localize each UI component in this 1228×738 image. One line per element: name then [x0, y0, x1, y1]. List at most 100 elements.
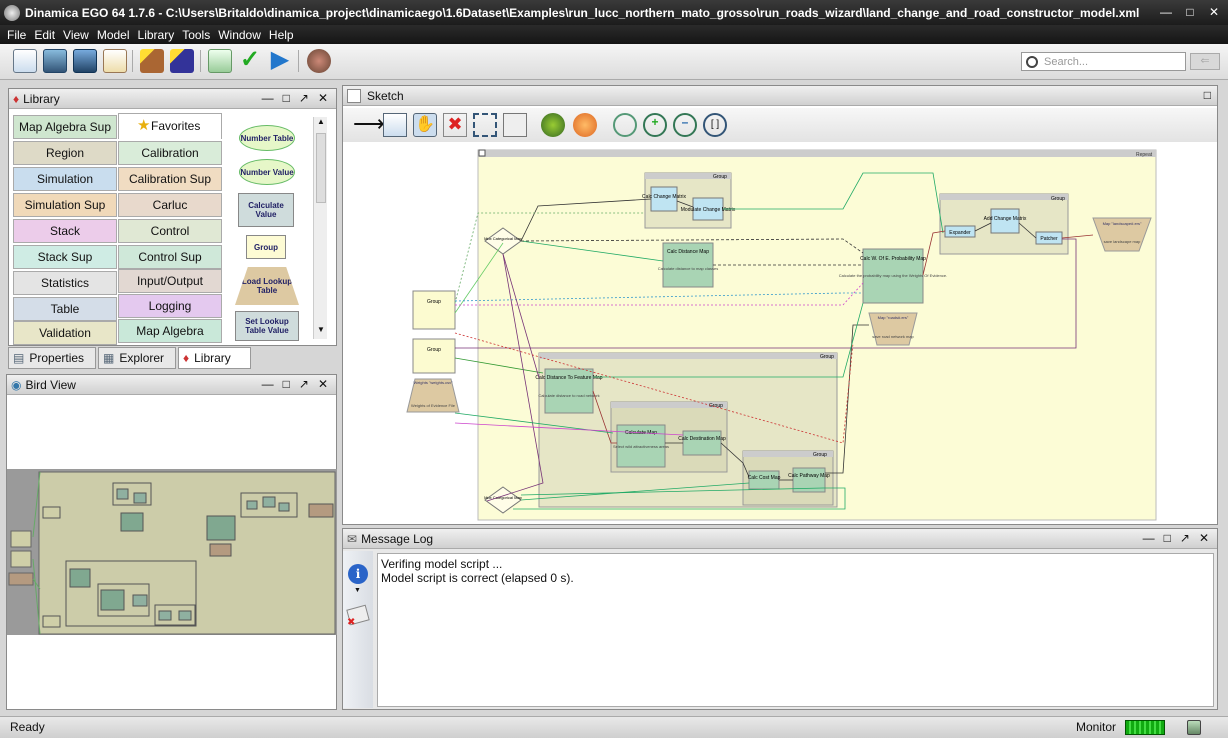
memory-monitor-bar[interactable] — [1125, 720, 1165, 735]
checklist-icon[interactable] — [208, 49, 232, 73]
tab-properties[interactable]: ▤ Properties — [8, 347, 96, 369]
menu-model[interactable]: Model — [93, 28, 134, 42]
bird-view-minimap[interactable] — [7, 469, 337, 635]
zoom-out-icon[interactable]: – — [673, 113, 697, 137]
zoom-fit-icon[interactable] — [613, 113, 637, 137]
group-a-label: Group — [427, 299, 441, 305]
save-landscape-label: Map "landscape#.ers" — [1103, 221, 1142, 226]
layout-icon[interactable] — [541, 113, 565, 137]
group-b-node[interactable] — [412, 338, 456, 374]
library-tab-map-algebra-sup[interactable]: Map Algebra Sup — [13, 115, 117, 139]
hand-icon[interactable]: ✋ — [413, 113, 437, 137]
tab-library[interactable]: ♦ Library — [178, 347, 251, 369]
save-landscape-desc: save landscape map — [1104, 239, 1141, 244]
explorer-icon: ▦ — [103, 351, 115, 365]
menu-window[interactable]: Window — [214, 28, 265, 42]
library-tab-carluc[interactable]: Carluc — [118, 193, 222, 217]
info-icon[interactable]: i — [348, 564, 368, 584]
sketch-canvas[interactable]: Repeat Group Calc Change Matrix Modulate… — [343, 143, 1217, 523]
library-tab-input-output[interactable]: Input/Output — [118, 269, 222, 293]
run-icon[interactable]: ▶ — [268, 48, 292, 73]
minimize-icon[interactable]: — — [262, 377, 274, 391]
functor-load-lookup-table[interactable]: Load Lookup Table — [235, 267, 299, 305]
functor-number-value[interactable]: Number Value — [239, 159, 295, 185]
zoom-in-icon[interactable]: + — [643, 113, 667, 137]
close-icon[interactable]: ✕ — [318, 377, 328, 391]
library-tab-control[interactable]: Control — [118, 219, 222, 243]
menu-tools[interactable]: Tools — [178, 28, 214, 42]
library-scrollbar[interactable]: ▲ ▼ — [313, 117, 327, 339]
connect-arrow-icon[interactable]: ⟶ — [353, 113, 385, 137]
check-icon[interactable]: ✓ — [238, 48, 262, 73]
library-tab-calibration-sup[interactable]: Calibration Sup — [118, 167, 222, 191]
menu-help[interactable]: Help — [265, 28, 298, 42]
close-icon[interactable]: ✕ — [318, 91, 328, 105]
bird-view-panel: ◉ Bird View — □ ↗ ✕ — [6, 374, 337, 710]
model-diagram: Repeat Group Calc Change Matrix Modulate… — [406, 149, 1157, 521]
maximize-icon[interactable]: □ — [283, 91, 290, 105]
calc-woe-desc: Calculate the probability map using the … — [839, 273, 947, 278]
library-tab-stack-sup[interactable]: Stack Sup — [13, 245, 117, 269]
minimize-icon[interactable]: — — [1143, 531, 1155, 545]
message-log-icon: ✉ — [347, 531, 358, 546]
scroll-thumb[interactable] — [316, 133, 326, 203]
functor-number-table[interactable]: Number Table — [239, 125, 295, 151]
functor-set-lookup-table-value[interactable]: Set Lookup Table Value — [235, 311, 299, 341]
new-model-icon[interactable] — [13, 49, 37, 73]
library-tab-logging[interactable]: Logging — [118, 294, 222, 318]
library-tab-stack[interactable]: Stack — [13, 219, 117, 243]
select-icon[interactable] — [473, 113, 497, 137]
library-tab-validation[interactable]: Validation — [13, 321, 117, 345]
library-tab-map-algebra[interactable]: Map Algebra — [118, 319, 222, 343]
functor-calculate-value[interactable]: Calculate Value — [238, 193, 294, 227]
close-icon[interactable]: ✕ — [1206, 4, 1222, 20]
menu-edit[interactable]: Edit — [30, 28, 59, 42]
library-tab-statistics[interactable]: Statistics — [13, 271, 117, 295]
library-tab-control-sup[interactable]: Control Sup — [118, 245, 222, 269]
minimize-icon[interactable]: — — [1158, 4, 1174, 20]
minimize-icon[interactable]: — — [262, 91, 274, 105]
comment-icon[interactable] — [503, 113, 527, 137]
wizard-icon[interactable] — [140, 49, 164, 73]
library-tab-favorites[interactable]: ★ Favorites — [118, 113, 222, 139]
maximize-icon[interactable]: □ — [283, 377, 290, 391]
menu-bar: File Edit View Model Library Tools Windo… — [0, 25, 1228, 44]
float-icon[interactable]: ↗ — [299, 377, 309, 391]
save-icon[interactable] — [73, 49, 97, 73]
menu-library[interactable]: Library — [134, 28, 179, 42]
debug-icon[interactable] — [307, 49, 331, 73]
calc-destination-node[interactable] — [682, 430, 722, 456]
info-dropdown-icon[interactable]: ▼ — [354, 587, 361, 594]
close-icon[interactable]: ✕ — [1199, 531, 1209, 545]
search-input[interactable]: Search... — [1021, 52, 1186, 71]
library-tab-calibration[interactable]: Calibration — [118, 141, 222, 165]
float-icon[interactable]: ↗ — [1180, 531, 1190, 545]
tab-explorer[interactable]: ▦ Explorer — [98, 347, 176, 369]
scroll-down-icon[interactable]: ▼ — [314, 325, 328, 339]
zoom-reset-icon[interactable]: [ ] — [703, 113, 727, 137]
float-icon[interactable]: ↗ — [299, 91, 309, 105]
repeat-label: Repeat — [1136, 152, 1153, 158]
search-back-button[interactable]: ⇐ — [1190, 53, 1220, 70]
delete-icon[interactable]: ✖ — [443, 113, 467, 137]
menu-view[interactable]: View — [59, 28, 93, 42]
layout-alt-icon[interactable] — [573, 113, 597, 137]
menu-file[interactable]: File — [3, 28, 30, 42]
maximize-icon[interactable]: □ — [1204, 88, 1211, 102]
wizard-select-icon[interactable] — [170, 49, 194, 73]
library-tab-simulation-sup[interactable]: Simulation Sup — [13, 193, 117, 217]
group-label: Group — [713, 174, 727, 180]
open-icon[interactable] — [43, 49, 67, 73]
functor-group[interactable]: Group — [246, 235, 286, 259]
group-a-node[interactable] — [412, 290, 456, 330]
library-tab-table[interactable]: Table — [13, 297, 117, 321]
maximize-icon[interactable]: □ — [1164, 531, 1171, 545]
trash-icon[interactable] — [1187, 720, 1201, 735]
edit-icon[interactable] — [103, 49, 127, 73]
library-tab-region[interactable]: Region — [13, 141, 117, 165]
scroll-up-icon[interactable]: ▲ — [314, 117, 328, 131]
library-tab-simulation[interactable]: Simulation — [13, 167, 117, 191]
calc-distance-map-label: Calc Distance Map — [667, 249, 709, 255]
list-icon[interactable] — [383, 113, 407, 137]
maximize-icon[interactable]: □ — [1182, 4, 1198, 20]
